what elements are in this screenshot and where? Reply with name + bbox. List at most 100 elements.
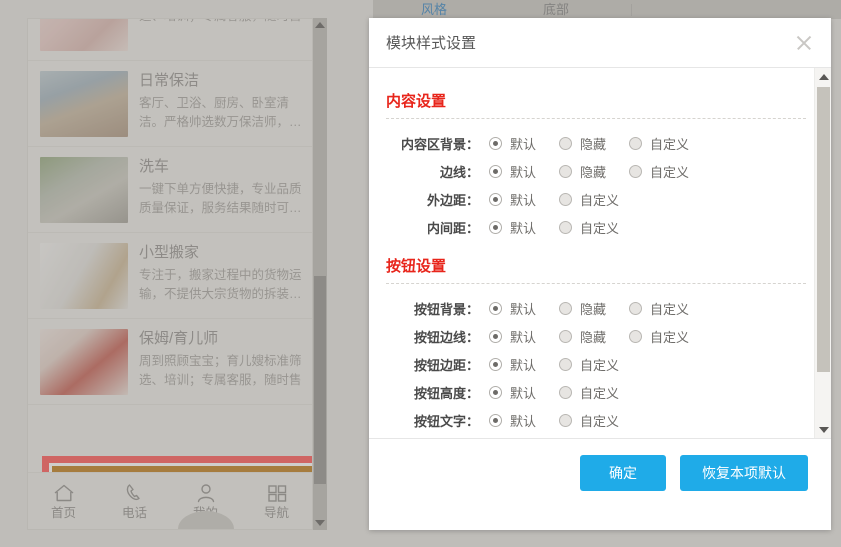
option-label: 自定义 — [580, 220, 620, 236]
form-row-content-background: 内容区背景： 默认 隐藏 自定义 — [369, 129, 814, 157]
radio-option[interactable]: 自定义 — [559, 190, 633, 209]
row-label: 内间距： — [426, 220, 479, 236]
dialog-footer: 确定 恢复本项默认 — [369, 438, 831, 530]
radio-icon[interactable] — [629, 164, 642, 178]
radio-icon[interactable] — [489, 385, 502, 399]
section-divider — [386, 283, 806, 284]
option-label: 默认 — [510, 329, 537, 345]
row-label: 按钮文字： — [413, 413, 479, 429]
radio-option[interactable]: 自定义 — [559, 411, 633, 430]
close-icon[interactable] — [791, 30, 817, 56]
option-label: 默认 — [510, 301, 537, 317]
radio-option[interactable]: 默认 — [489, 383, 559, 402]
option-label: 默认 — [510, 136, 537, 152]
radio-icon[interactable] — [489, 301, 502, 315]
radio-icon[interactable] — [559, 164, 572, 178]
scroll-up-arrow-icon[interactable] — [815, 68, 831, 85]
radio-option[interactable]: 隐藏 — [559, 162, 629, 181]
radio-icon[interactable] — [489, 164, 502, 178]
option-label: 自定义 — [650, 301, 690, 317]
section-divider — [386, 118, 806, 119]
radio-option[interactable]: 自定义 — [629, 134, 703, 153]
scrollbar-thumb[interactable] — [817, 87, 830, 372]
radio-icon[interactable] — [559, 329, 572, 343]
form-row-button-margin: 按钮边距： 默认 自定义 — [369, 350, 814, 378]
radio-icon[interactable] — [559, 220, 572, 234]
radio-icon[interactable] — [629, 329, 642, 343]
radio-icon[interactable] — [559, 385, 572, 399]
reset-default-button[interactable]: 恢复本项默认 — [680, 455, 808, 491]
option-label: 自定义 — [580, 385, 620, 401]
radio-icon[interactable] — [559, 192, 572, 206]
option-label: 隐藏 — [580, 136, 607, 152]
radio-option[interactable]: 默认 — [489, 327, 559, 346]
option-label: 默认 — [510, 164, 537, 180]
confirm-button[interactable]: 确定 — [580, 455, 666, 491]
radio-option[interactable]: 默认 — [489, 355, 559, 374]
radio-icon[interactable] — [489, 357, 502, 371]
radio-option[interactable]: 自定义 — [629, 162, 703, 181]
row-label: 按钮背景： — [413, 301, 479, 317]
option-label: 默认 — [510, 413, 537, 429]
radio-option[interactable]: 自定义 — [559, 383, 633, 402]
radio-icon[interactable] — [489, 192, 502, 206]
row-label: 按钮高度： — [413, 385, 479, 401]
radio-option[interactable]: 自定义 — [629, 327, 703, 346]
option-label: 自定义 — [650, 164, 690, 180]
section-title-button: 按钮设置 — [386, 258, 447, 275]
form-row-inner-padding: 内间距： 默认 自定义 — [369, 213, 814, 241]
radio-option[interactable]: 自定义 — [559, 218, 633, 237]
dialog-header: 模块样式设置 — [369, 18, 831, 68]
radio-icon[interactable] — [629, 136, 642, 150]
radio-option[interactable]: 默认 — [489, 162, 559, 181]
option-label: 默认 — [510, 385, 537, 401]
radio-icon[interactable] — [489, 413, 502, 427]
radio-option[interactable]: 默认 — [489, 411, 559, 430]
row-label: 外边距： — [426, 192, 479, 208]
scroll-down-arrow-icon[interactable] — [815, 421, 831, 438]
radio-option[interactable]: 默认 — [489, 218, 559, 237]
option-label: 自定义 — [650, 329, 690, 345]
radio-icon[interactable] — [559, 357, 572, 371]
section-title-content: 内容设置 — [386, 93, 447, 110]
radio-icon[interactable] — [489, 136, 502, 150]
form-row-outer-margin: 外边距： 默认 自定义 — [369, 185, 814, 213]
option-label: 隐藏 — [580, 301, 607, 317]
radio-option[interactable]: 隐藏 — [559, 134, 629, 153]
form-row-button-height: 按钮高度： 默认 自定义 — [369, 378, 814, 406]
radio-option[interactable]: 默认 — [489, 299, 559, 318]
row-label: 按钮边距： — [413, 357, 479, 373]
radio-option[interactable]: 自定义 — [559, 355, 633, 374]
option-label: 默认 — [510, 220, 537, 236]
form-row-button-border: 按钮边线： 默认 隐藏 自定义 — [369, 322, 814, 350]
dialog-scrollbar[interactable] — [814, 68, 831, 438]
row-label: 内容区背景： — [400, 136, 479, 152]
radio-option[interactable]: 隐藏 — [559, 299, 629, 318]
radio-icon[interactable] — [489, 329, 502, 343]
radio-option[interactable]: 隐藏 — [559, 327, 629, 346]
radio-icon[interactable] — [559, 413, 572, 427]
radio-option[interactable]: 默认 — [489, 190, 559, 209]
form-row-button-background: 按钮背景： 默认 隐藏 自定义 — [369, 294, 814, 322]
radio-option[interactable]: 默认 — [489, 134, 559, 153]
option-label: 隐藏 — [580, 329, 607, 345]
row-label: 边线： — [439, 164, 479, 180]
dialog-scroll-content: 内容设置 内容区背景： 默认 隐藏 自定义 边线： 默认 隐藏 自定义 外边距：… — [369, 68, 814, 438]
radio-icon[interactable] — [559, 301, 572, 315]
form-row-border-line: 边线： 默认 隐藏 自定义 — [369, 157, 814, 185]
option-label: 自定义 — [580, 192, 620, 208]
form-row-button-text: 按钮文字： 默认 自定义 — [369, 406, 814, 434]
radio-option[interactable]: 自定义 — [629, 299, 703, 318]
radio-icon[interactable] — [489, 220, 502, 234]
option-label: 自定义 — [580, 357, 620, 373]
radio-icon[interactable] — [559, 136, 572, 150]
option-label: 默认 — [510, 192, 537, 208]
dialog-body: 内容设置 内容区背景： 默认 隐藏 自定义 边线： 默认 隐藏 自定义 外边距：… — [369, 68, 831, 438]
module-style-dialog: 模块样式设置 内容设置 内容区背景： 默认 隐藏 自定义 边线： 默认 隐藏 自… — [369, 18, 831, 530]
row-label: 按钮边线： — [413, 329, 479, 345]
option-label: 默认 — [510, 357, 537, 373]
dialog-title: 模块样式设置 — [386, 35, 477, 52]
option-label: 自定义 — [580, 413, 620, 429]
option-label: 隐藏 — [580, 164, 607, 180]
radio-icon[interactable] — [629, 301, 642, 315]
